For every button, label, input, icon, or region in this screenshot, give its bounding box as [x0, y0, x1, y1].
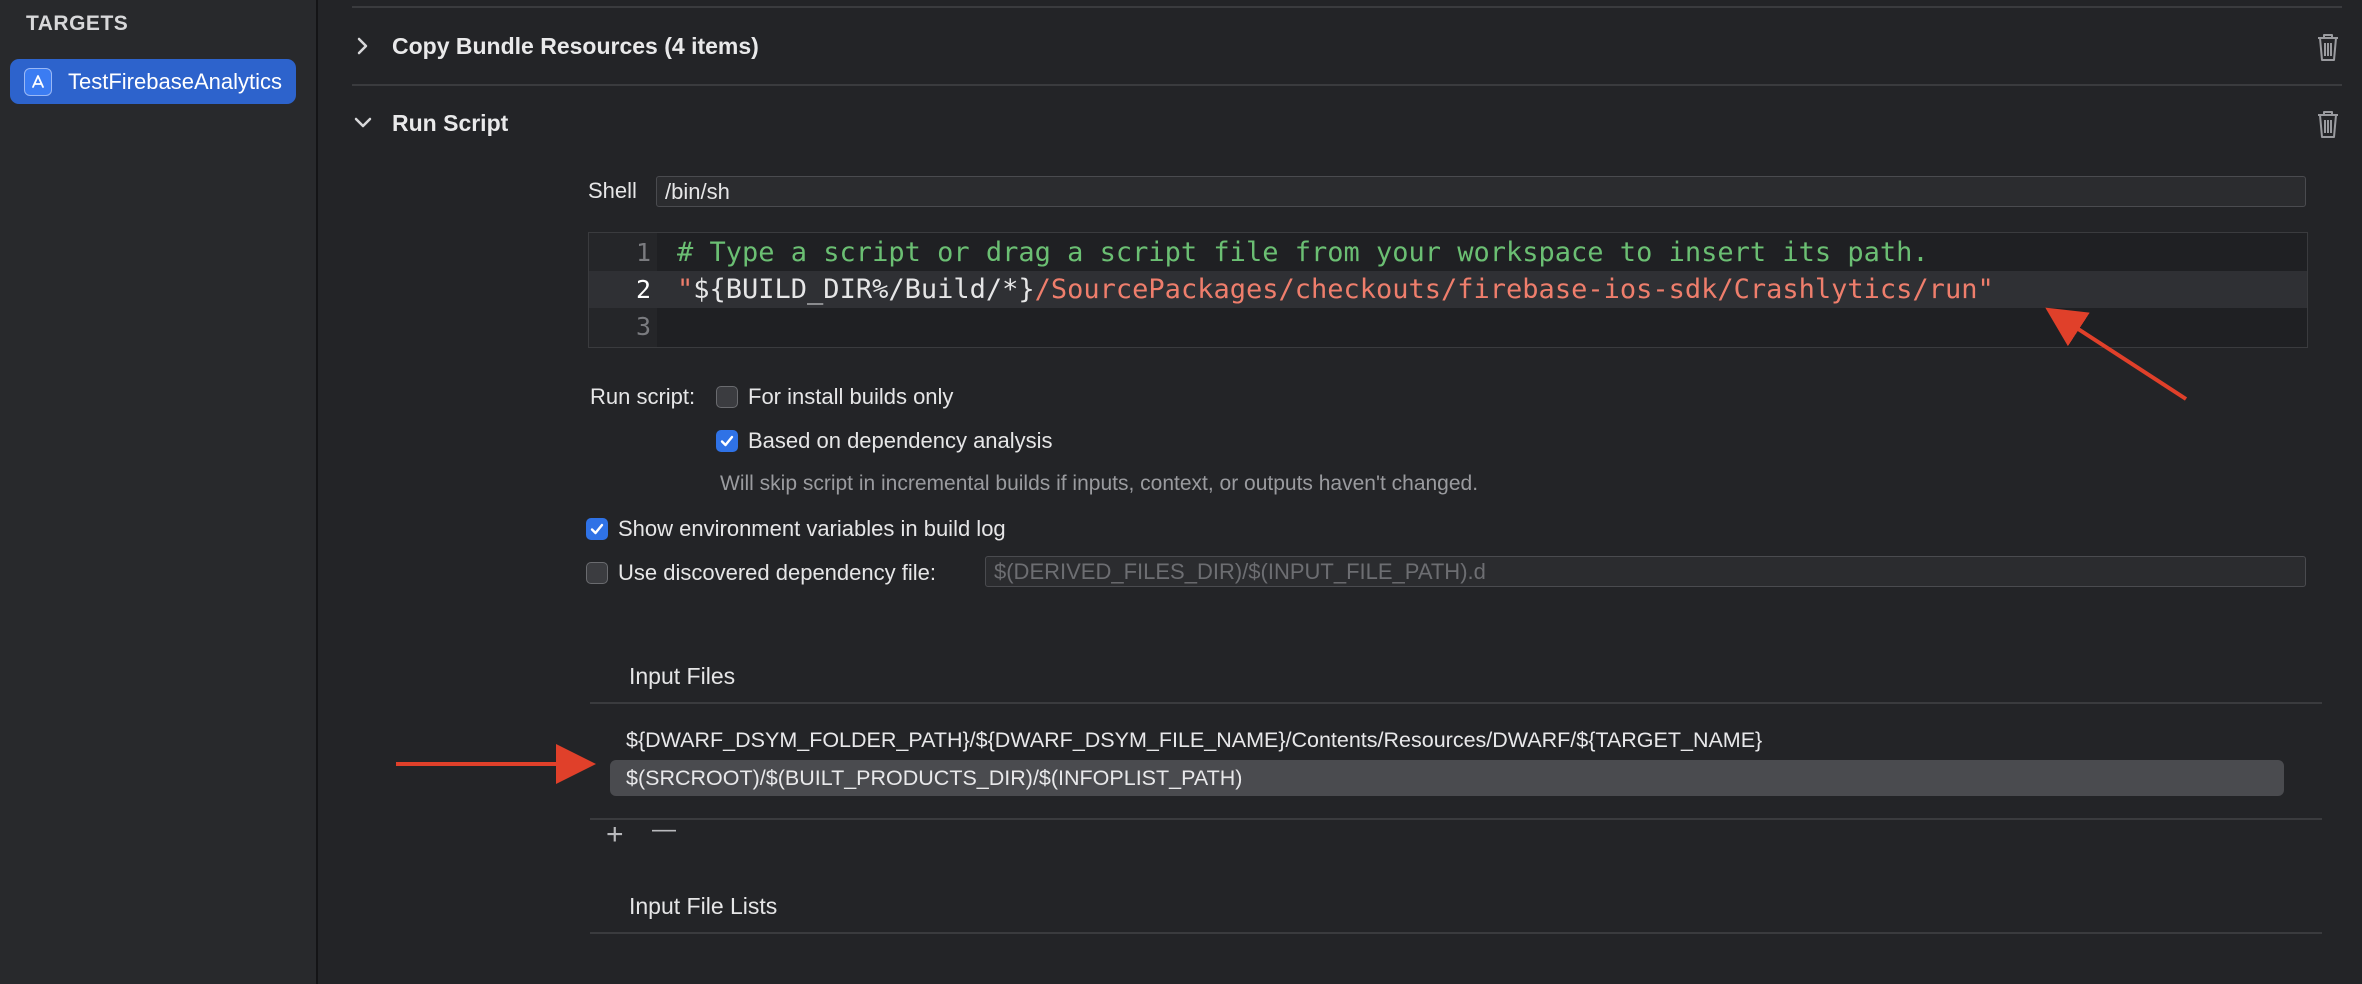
- discovered-dependency-checkbox[interactable]: [586, 562, 608, 584]
- input-files-title: Input Files: [629, 663, 736, 689]
- install-builds-only-checkbox[interactable]: [716, 386, 738, 408]
- divider: [590, 702, 2322, 704]
- chevron-right-icon[interactable]: [352, 35, 374, 57]
- trash-icon[interactable]: [2314, 31, 2342, 63]
- phase-copy-bundle-resources[interactable]: Copy Bundle Resources (4 items): [352, 22, 2342, 70]
- target-label: TestFirebaseAnalytics: [68, 68, 282, 94]
- build-phases-editor: Copy Bundle Resources (4 items) Run Scri…: [318, 0, 2362, 984]
- discovered-dependency-label: Use discovered dependency file:: [618, 560, 936, 585]
- run-script-label: Run script:: [590, 384, 696, 409]
- code-line[interactable]: 3: [589, 308, 2307, 345]
- phase-title: Copy Bundle Resources (4 items): [392, 32, 759, 59]
- dependency-analysis-checkbox[interactable]: [716, 430, 738, 452]
- chevron-down-icon[interactable]: [352, 112, 374, 134]
- input-file-row[interactable]: ${DWARF_DSYM_FOLDER_PATH}/${DWARF_DSYM_F…: [610, 722, 2284, 758]
- add-input-file-button[interactable]: +: [606, 818, 624, 852]
- discovered-dependency-option[interactable]: Use discovered dependency file:: [586, 560, 936, 586]
- shell-label: Shell: [588, 178, 637, 203]
- dependency-analysis-option[interactable]: Based on dependency analysis: [716, 428, 1053, 454]
- targets-header: TARGETS: [26, 12, 129, 35]
- line-number: 1: [635, 238, 651, 267]
- app-target-icon: [24, 67, 52, 96]
- input-file-path: ${DWARF_DSYM_FOLDER_PATH}/${DWARF_DSYM_F…: [626, 727, 1763, 752]
- dependency-analysis-label: Based on dependency analysis: [748, 428, 1053, 453]
- show-env-vars-label: Show environment variables in build log: [618, 516, 1006, 541]
- dependency-file-field[interactable]: $(DERIVED_FILES_DIR)/$(INPUT_FILE_PATH).…: [985, 556, 2306, 587]
- install-builds-only-option[interactable]: For install builds only: [716, 384, 953, 410]
- divider: [352, 6, 2342, 8]
- divider: [590, 932, 2322, 934]
- shell-value: /bin/sh: [665, 178, 730, 204]
- shell-field[interactable]: /bin/sh: [656, 176, 2306, 207]
- dependency-file-placeholder: $(DERIVED_FILES_DIR)/$(INPUT_FILE_PATH).…: [994, 558, 1486, 584]
- input-file-row-selected[interactable]: $(SRCROOT)/$(BUILT_PRODUCTS_DIR)/$(INFOP…: [610, 760, 2284, 796]
- show-env-vars-checkbox[interactable]: [586, 518, 608, 540]
- phase-run-script[interactable]: Run Script: [352, 99, 2342, 147]
- input-file-lists-title: Input File Lists: [629, 893, 778, 919]
- code-variable: ${BUILD_DIR%/Build/*}: [693, 274, 1035, 305]
- code-line[interactable]: 1 # Type a script or drag a script file …: [589, 234, 2307, 271]
- divider: [590, 818, 2322, 820]
- code-path: /SourcePackages/checkouts/firebase-ios-s…: [1034, 274, 1994, 305]
- phase-title: Run Script: [392, 109, 509, 136]
- install-builds-only-label: For install builds only: [748, 384, 954, 409]
- checkmark-icon: [590, 523, 604, 535]
- target-item-testfirebaseanalytics[interactable]: TestFirebaseAnalytics: [10, 59, 296, 104]
- checkmark-icon: [720, 435, 734, 447]
- code-comment: # Type a script or drag a script file fr…: [677, 237, 1929, 268]
- targets-sidebar: TARGETS TestFirebaseAnalytics: [0, 0, 318, 984]
- code-text: "${BUILD_DIR%/Build/*}/SourcePackages/ch…: [677, 274, 1994, 305]
- remove-input-file-button[interactable]: —: [652, 816, 676, 844]
- script-editor[interactable]: 1 # Type a script or drag a script file …: [588, 232, 2308, 348]
- code-quote: ": [677, 274, 694, 305]
- code-line-current[interactable]: 2 "${BUILD_DIR%/Build/*}/SourcePackages/…: [589, 271, 2307, 308]
- input-file-path: $(SRCROOT)/$(BUILT_PRODUCTS_DIR)/$(INFOP…: [626, 765, 1243, 790]
- dependency-hint: Will skip script in incremental builds i…: [720, 472, 1479, 495]
- line-number: 2: [635, 275, 651, 304]
- trash-icon[interactable]: [2314, 108, 2342, 140]
- line-number: 3: [635, 312, 651, 341]
- show-env-vars-option[interactable]: Show environment variables in build log: [586, 516, 1006, 542]
- divider: [352, 84, 2342, 86]
